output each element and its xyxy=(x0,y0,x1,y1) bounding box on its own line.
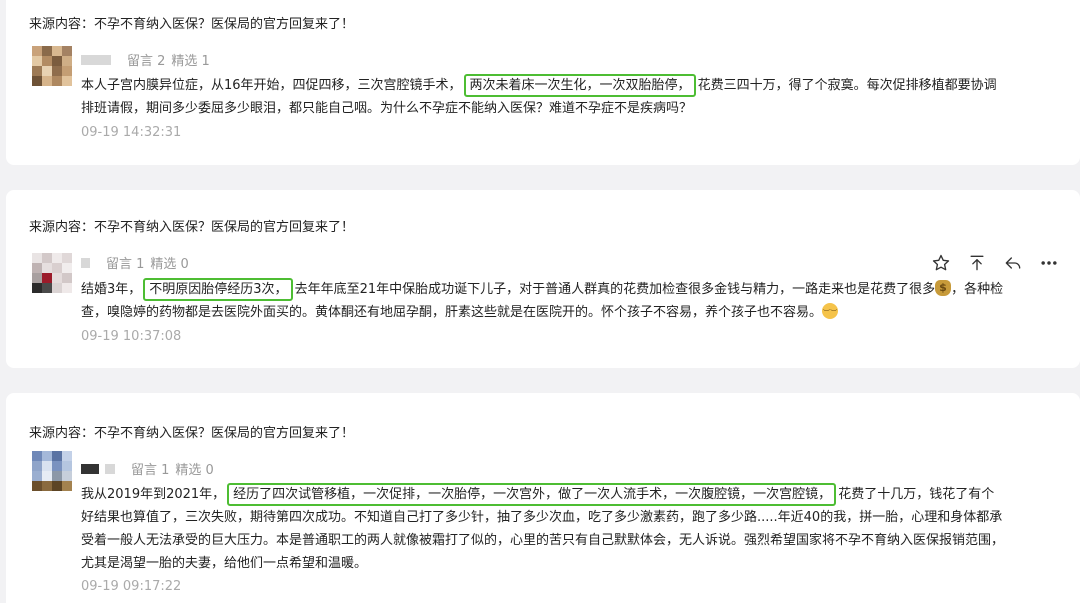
masked-username xyxy=(81,257,90,268)
comment-text: 我从2019年到2021年， 经历了四次试管移植，一次促排，一次胎停，一次宫外，做… xyxy=(81,483,1006,575)
timestamp: 09-19 09:17:22 xyxy=(81,579,182,594)
masked-username xyxy=(81,54,111,65)
comment-meta: 留言 2 精选 1 xyxy=(81,50,210,69)
reply-count: 留言 2 xyxy=(127,54,166,69)
highlighted-text: 经历了四次试管移植，一次促排，一次胎停，一次宫外，做了一次人流手术，一次腹腔镜，… xyxy=(227,483,837,506)
highlighted-text: 两次未着床一次生化，一次双胎胎停， xyxy=(463,74,696,97)
pin-top-icon[interactable] xyxy=(966,252,988,274)
comment-card: 来源内容：不孕不育纳入医保？医保局的官方回复来了！ 留言 2 精选 1 本人子宫… xyxy=(6,0,1080,165)
source-title: 来源内容：不孕不育纳入医保？医保局的官方回复来了！ xyxy=(29,426,355,441)
money-bag-emoji xyxy=(935,280,952,296)
masked-username xyxy=(105,463,115,474)
featured-count: 精选 0 xyxy=(150,257,189,272)
pensive-face-emoji xyxy=(822,302,839,325)
comment-meta: 留言 1 精选 0 xyxy=(81,459,214,478)
comment-actions xyxy=(930,252,1060,274)
comment-card: 来源内容：不孕不育纳入医保？医保局的官方回复来了！ 留言 1 精选 0 我从20… xyxy=(6,393,1080,603)
reply-count: 留言 1 xyxy=(131,463,170,478)
highlighted-text: 不明原因胎停经历3次， xyxy=(143,278,293,301)
comment-text: 本人子宫内膜异位症，从16年开始，四促四移，三次宫腔镜手术， 两次未着床一次生化，… xyxy=(81,74,1006,120)
comment-meta: 留言 1 精选 0 xyxy=(81,253,189,272)
avatar xyxy=(32,46,72,86)
more-icon[interactable] xyxy=(1038,252,1060,274)
comment-card: 来源内容：不孕不育纳入医保？医保局的官方回复来了！ 留言 1 精选 0 结婚3年… xyxy=(6,190,1080,368)
comment-text: 结婚3年， 不明原因胎停经历3次， 去年年底至21年中保胎成功诞下儿子，对于普通人群… xyxy=(81,278,1006,325)
masked-username xyxy=(81,463,99,474)
comment-text-part: 结婚3年， xyxy=(81,282,142,297)
comment-text-part: 本人子宫内膜异位症，从16年开始，四促四移，三次宫腔镜手术， xyxy=(81,78,462,93)
source-title: 来源内容：不孕不育纳入医保？医保局的官方回复来了！ xyxy=(29,220,355,235)
reply-count: 留言 1 xyxy=(106,257,145,272)
featured-count: 精选 1 xyxy=(171,54,210,69)
avatar xyxy=(32,451,72,491)
timestamp: 09-19 10:37:08 xyxy=(81,329,182,344)
comment-text-part: 我从2019年到2021年， xyxy=(81,487,226,502)
star-icon[interactable] xyxy=(930,252,952,274)
reply-icon[interactable] xyxy=(1002,252,1024,274)
avatar xyxy=(32,253,72,293)
comment-text-part: 去年年底至21年中保胎成功诞下儿子，对于普通人群真的花费加检查很多金钱与精力，一… xyxy=(294,282,936,297)
source-title: 来源内容：不孕不育纳入医保？医保局的官方回复来了！ xyxy=(29,17,355,32)
featured-count: 精选 0 xyxy=(175,463,214,478)
timestamp: 09-19 14:32:31 xyxy=(81,125,182,140)
